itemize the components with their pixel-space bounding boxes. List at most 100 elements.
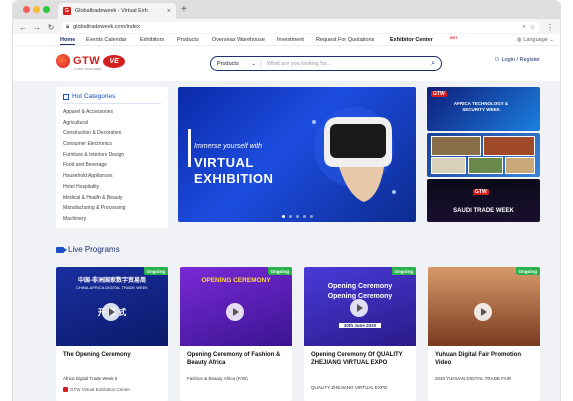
category-item[interactable]: Agricultural xyxy=(63,118,161,129)
play-icon[interactable] xyxy=(102,303,120,321)
category-item[interactable]: Hotel Hospitality xyxy=(63,182,161,193)
login-label: Login / Register xyxy=(501,57,540,63)
ongoing-badge: Ongoing xyxy=(143,267,168,275)
url-text: globaltradeweek.com/index xyxy=(73,24,140,30)
category-item[interactable]: Household Appliances xyxy=(63,171,161,182)
hot-categories-header: Hot Categories xyxy=(63,93,161,104)
ve-badge: VE xyxy=(103,54,126,68)
category-item[interactable]: Food and Beverage xyxy=(63,160,161,171)
gtw-mini-logo: GTW xyxy=(473,189,489,195)
category-item[interactable]: Manufacturing & Processing xyxy=(63,203,161,214)
live-programs-title: Live Programs xyxy=(68,245,120,254)
search-category-select[interactable]: Products ⌄ xyxy=(217,60,261,67)
search-icon[interactable]: ⌕ xyxy=(431,60,435,68)
thumbnail-text: 中国-非洲国家数字贸易周 xyxy=(78,278,146,284)
carousel-dot[interactable] xyxy=(309,215,313,218)
nav-rfq[interactable]: Request For Quotations xyxy=(316,37,374,43)
live-program-card[interactable]: OPENING CEREMONY Ongoing Opening Ceremon… xyxy=(180,267,292,401)
card-thumbnail[interactable]: 中国-非洲国家数字贸易周 CHINA-AFRICA DIGITAL TRADE … xyxy=(56,267,168,346)
category-item[interactable]: Construction & Decoration xyxy=(63,128,161,139)
card-thumbnail[interactable]: OPENING CEREMONY Ongoing xyxy=(180,267,292,346)
live-program-card[interactable]: Ongoing Yuhuan Digital Fair Promotion Vi… xyxy=(428,267,540,401)
menu-dots-icon[interactable]: ⋮ xyxy=(546,23,554,32)
search-input[interactable]: What are you looking for... xyxy=(267,61,431,67)
carousel-dot[interactable] xyxy=(295,215,299,218)
lock-icon: 🔒︎ xyxy=(66,23,70,30)
africa-tech-title: AFRICA TECHNOLOGY & SECURITY WEEK xyxy=(453,101,509,112)
photo-collage-banner[interactable] xyxy=(427,133,540,177)
card-title[interactable]: The Opening Ceremony xyxy=(63,351,163,359)
card-title[interactable]: Opening Ceremony of Fashion & Beauty Afr… xyxy=(187,351,287,367)
thumbnail-text: Opening Ceremony xyxy=(327,283,393,290)
play-icon[interactable] xyxy=(226,303,244,321)
card-thumbnail[interactable]: Ongoing xyxy=(428,267,540,346)
new-tab-button[interactable]: + xyxy=(181,4,187,15)
gtw-logo[interactable]: GTW VE GLOBAL TRADE WEEK xyxy=(56,54,126,71)
category-item[interactable]: Machinery xyxy=(63,214,161,225)
play-icon[interactable] xyxy=(474,303,492,321)
hero-title-line: EXHIBITION xyxy=(194,171,274,186)
browser-window: G Globaltradeweek - Virtual Exh × + ← → … xyxy=(12,0,561,34)
gtw-logo-icon xyxy=(63,387,68,392)
play-icon[interactable] xyxy=(350,299,368,317)
card-title[interactable]: Opening Ceremony Of QUALITY ZHEJIANG VIR… xyxy=(311,351,411,367)
hero-kicker: Immerse yourself with xyxy=(194,143,263,150)
bookmark-star-icon[interactable]: ☆ xyxy=(530,24,535,31)
browser-tab[interactable]: G Globaltradeweek - Virtual Exh × xyxy=(58,3,176,19)
category-item[interactable]: Furniture & Interiors Design xyxy=(63,150,161,161)
card-location: GTW Virtual Exhibition Center xyxy=(63,387,163,392)
close-window-button[interactable] xyxy=(23,6,30,13)
category-item[interactable]: Consumer Electronics xyxy=(63,139,161,150)
tab-close-icon[interactable]: × xyxy=(167,8,171,15)
card-title[interactable]: Yuhuan Digital Fair Promotion Video xyxy=(435,351,535,367)
back-arrow-icon[interactable]: ← xyxy=(19,23,27,32)
carousel-dot[interactable] xyxy=(302,215,306,218)
saudi-trade-week-banner[interactable]: GTW SAUDI TRADE WEEK xyxy=(427,179,540,222)
nav-investment[interactable]: Investment xyxy=(277,37,304,43)
site-header: GTW VE GLOBAL TRADE WEEK Products ⌄ What … xyxy=(12,46,561,81)
maximize-window-button[interactable] xyxy=(43,6,50,13)
ongoing-badge: Ongoing xyxy=(515,267,540,275)
africa-tech-banner[interactable]: GTW AFRICA TECHNOLOGY & SECURITY WEEK xyxy=(427,87,540,131)
collage-photo xyxy=(431,157,466,174)
nav-overseas-warehouse[interactable]: Overseas Warehouse xyxy=(212,37,265,43)
card-organizer: Africa Digital Trade Week II xyxy=(63,376,118,381)
live-program-card[interactable]: 中国-非洲国家数字贸易周 CHINA-AFRICA DIGITAL TRADE … xyxy=(56,267,168,401)
hero-title: VIRTUAL EXHIBITION xyxy=(194,155,273,187)
nav-exhibitors[interactable]: Exhibitors xyxy=(140,37,164,43)
hot-categories-title: Hot Categories xyxy=(72,93,116,100)
reload-icon[interactable]: ↻ xyxy=(47,23,55,32)
search-bar: Products ⌄ What are you looking for... ⌕ xyxy=(210,56,442,71)
nav-exhibitor-center[interactable]: Exhibitor Center xyxy=(390,37,433,43)
forward-arrow-icon[interactable]: → xyxy=(33,23,41,32)
card-thumbnail[interactable]: Opening Ceremony Opening Ceremony 30th J… xyxy=(304,267,416,346)
live-program-card[interactable]: Opening Ceremony Opening Ceremony 30th J… xyxy=(304,267,416,401)
language-selector[interactable]: ◍ Language ⌄ xyxy=(517,37,554,43)
logo-mark-icon xyxy=(56,54,70,68)
category-item[interactable]: Medical & Health & Beauty xyxy=(63,193,161,204)
favicon-icon: G xyxy=(63,7,71,15)
ongoing-badge: Ongoing xyxy=(391,267,416,275)
login-register-link[interactable]: ⚇ Login / Register xyxy=(495,57,540,63)
saudi-trade-week-title: SAUDI TRADE WEEK xyxy=(453,208,514,214)
language-label: Language xyxy=(523,37,548,43)
card-organizer: 2020 YUHUAN DIGITAL TRADE FAIR xyxy=(435,376,512,381)
logo-text: GTW xyxy=(73,55,101,67)
tab-title: Globaltradeweek - Virtual Exh xyxy=(75,8,148,14)
zoom-icon[interactable]: ⌕ xyxy=(522,24,525,31)
carousel-dot[interactable] xyxy=(288,215,292,218)
collage-photo xyxy=(483,136,535,156)
address-bar[interactable]: 🔒︎ globaltradeweek.com/index ⌕ ☆ xyxy=(61,21,540,33)
site-nav: Home Events Calendar Exhibitors Products… xyxy=(12,34,561,46)
category-item[interactable]: Apparel & Accessories xyxy=(63,107,161,118)
carousel-dot[interactable] xyxy=(281,215,285,218)
search-category-label: Products xyxy=(217,60,239,67)
nav-home[interactable]: Home xyxy=(60,37,76,45)
nav-products[interactable]: Products xyxy=(177,37,199,43)
nav-events-calendar[interactable]: Events Calendar xyxy=(86,37,127,43)
hero-banner[interactable]: Immerse yourself with VIRTUAL EXHIBITION xyxy=(178,87,416,222)
carousel-dots xyxy=(178,215,416,218)
minimize-window-button[interactable] xyxy=(33,6,40,13)
thumbnail-date: 30th June 2020 xyxy=(339,323,381,328)
video-camera-icon xyxy=(56,246,67,253)
